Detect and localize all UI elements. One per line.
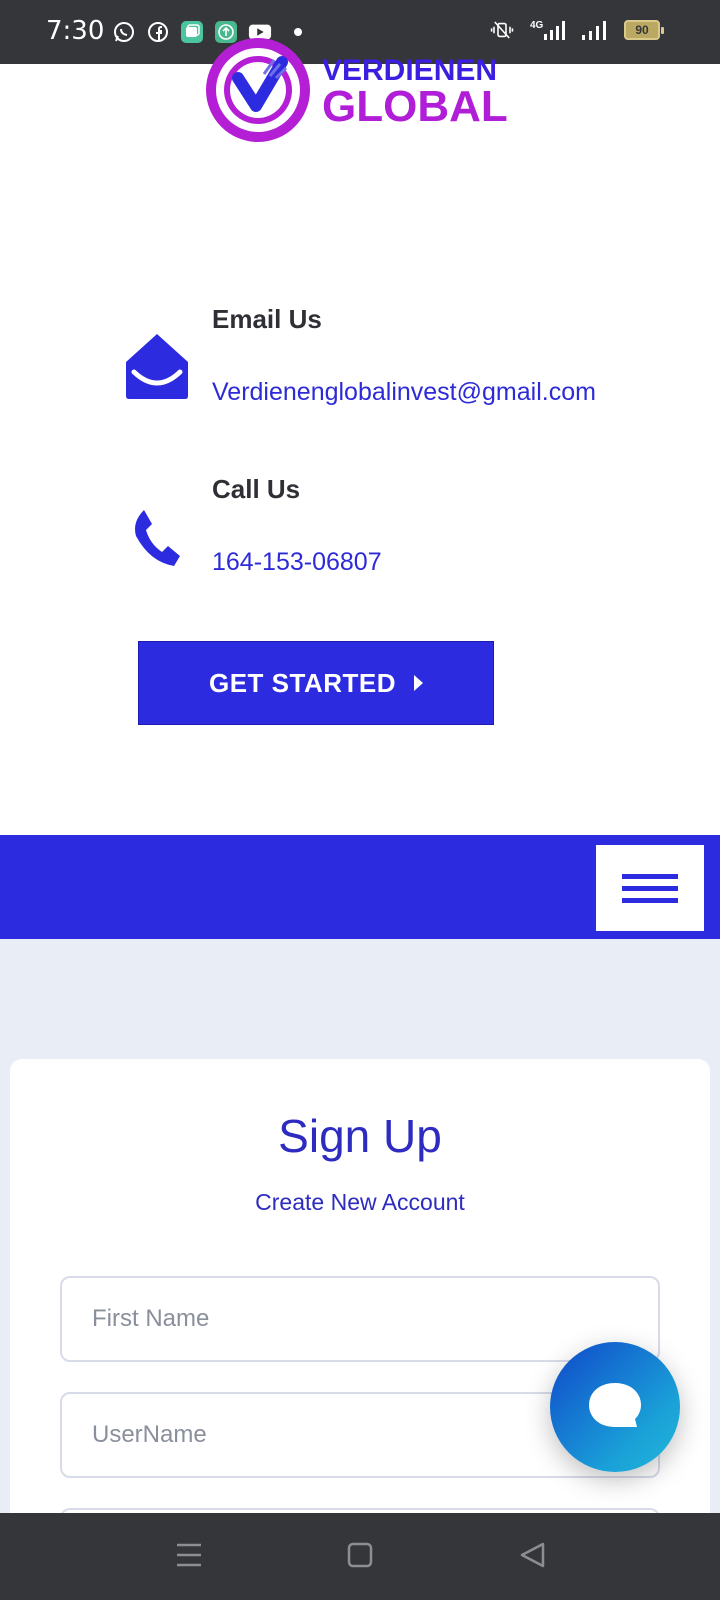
recent-apps-icon[interactable] — [176, 1541, 202, 1574]
signup-card: Sign Up Create New Account — [10, 1059, 710, 1594]
hamburger-menu-button[interactable] — [596, 845, 704, 931]
get-started-label: GET STARTED — [208, 667, 397, 698]
brand-logo[interactable]: VERDIENEN GLOBAL — [204, 38, 508, 142]
battery-icon: 90 — [624, 20, 664, 40]
get-started-button[interactable]: GET STARTED — [138, 641, 494, 725]
call-title: Call Us — [212, 474, 301, 504]
first-name-input[interactable] — [60, 1276, 660, 1362]
navbar — [0, 835, 720, 939]
email-title: Email Us — [212, 304, 322, 334]
signal-icon — [580, 18, 610, 42]
hamburger-icon — [622, 873, 678, 879]
signup-title: Sign Up — [278, 1110, 442, 1162]
chat-button[interactable] — [550, 1342, 680, 1472]
email-link[interactable]: Verdienenglobalinvest@gmail.com — [212, 378, 596, 407]
back-icon[interactable] — [518, 1541, 546, 1574]
home-icon[interactable] — [347, 1541, 373, 1574]
vibrate-mute-icon — [490, 18, 514, 42]
signup-subtitle: Create New Account — [255, 1189, 465, 1215]
envelope-icon — [122, 330, 192, 407]
system-icons: 4G 90 — [490, 18, 664, 42]
whatsapp-icon — [112, 20, 136, 44]
system-navigation-bar — [0, 1513, 720, 1600]
chat-bubble-icon — [589, 1383, 641, 1427]
gallery-icon — [180, 20, 204, 44]
status-time: 7:30 — [46, 16, 105, 46]
logo-text-bottom: GLOBAL — [322, 82, 508, 131]
caret-right-icon — [414, 675, 424, 691]
hamburger-bar — [622, 897, 678, 903]
svg-text:4G: 4G — [530, 20, 544, 31]
logo-emblem-icon — [206, 38, 310, 142]
facebook-icon — [146, 20, 170, 44]
signal-4g-icon: 4G — [528, 18, 566, 42]
phone-icon — [130, 506, 184, 575]
phone-link[interactable]: 164-153-06807 — [212, 548, 382, 577]
hamburger-bar — [622, 885, 678, 891]
